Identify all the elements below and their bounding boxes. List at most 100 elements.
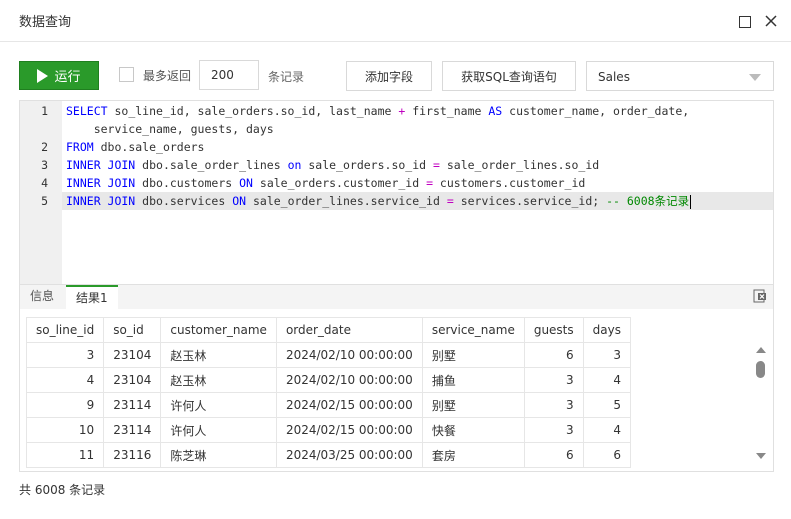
- code-token: first_name: [405, 104, 489, 118]
- code-token: =: [433, 158, 440, 172]
- table-cell: 23116: [103, 442, 162, 468]
- column-header[interactable]: days: [582, 317, 631, 343]
- limit-input[interactable]: [199, 60, 259, 90]
- code-line[interactable]: 4 INNER JOIN dbo.customers ON sale_orders…: [41, 174, 773, 192]
- table-cell: 3: [523, 367, 584, 393]
- window-title: 数据查询: [19, 15, 72, 30]
- code-token: =: [446, 194, 454, 208]
- column-header[interactable]: order_date: [275, 317, 423, 343]
- table-cell: 赵玉林: [160, 342, 277, 368]
- line-number: 5: [41, 194, 48, 208]
- table-cell: 别墅: [421, 392, 525, 418]
- table-cell: 捕鱼: [421, 367, 525, 393]
- add-field-button[interactable]: 添加字段: [346, 61, 432, 91]
- line-number: 2: [41, 140, 48, 154]
- code-line[interactable]: 1 SELECT so_line_id, sale_orders.so_id, l…: [41, 102, 773, 120]
- table-cell: 3: [523, 392, 584, 418]
- database-select[interactable]: Sales: [586, 61, 774, 91]
- table-cell: 4: [582, 367, 631, 393]
- code-token: dbo.sale_orders: [93, 140, 205, 154]
- code-token: services.service_id;: [453, 194, 607, 208]
- scroll-down-icon[interactable]: [756, 453, 766, 459]
- table-cell: 4: [25, 367, 105, 393]
- code-token: FROM: [66, 140, 94, 154]
- code-token: SELECT: [66, 104, 108, 118]
- column-header[interactable]: so_id: [103, 317, 162, 343]
- header-row: so_line_id so_id customer_name order_date se…: [25, 317, 631, 343]
- tab-result-1[interactable]: 结果1: [66, 285, 118, 310]
- code-text: service_name, guests, days: [66, 120, 274, 138]
- record-count-status: 共 6008 条记录: [19, 483, 106, 497]
- table-cell: 3: [523, 417, 584, 443]
- code-token: ON: [232, 194, 247, 208]
- code-line[interactable]: 3 INNER JOIN dbo.sale_order_lines on sale…: [41, 156, 773, 174]
- table-cell: 23104: [103, 367, 162, 393]
- chevron-down-icon: [749, 74, 761, 81]
- column-header[interactable]: service_name: [421, 317, 525, 343]
- code-token: sale_order_lines.so_id: [439, 158, 600, 172]
- scroll-thumb[interactable]: [756, 361, 765, 378]
- table-cell: 11: [25, 442, 105, 468]
- column-header[interactable]: customer_name: [160, 317, 277, 343]
- code-token: customers.customer_id: [433, 176, 586, 190]
- vertical-scrollbar[interactable]: [755, 345, 767, 465]
- max-return-checkbox[interactable]: [119, 67, 134, 82]
- code-area[interactable]: 1 SELECT so_line_id, sale_orders.so_id, l…: [41, 101, 773, 284]
- code-text: INNER JOIN dbo.sale_order_lines on sale_…: [66, 156, 599, 174]
- table-cell: 陈芝琳: [160, 442, 277, 468]
- code-token: dbo.sale_order_lines: [135, 158, 288, 172]
- table-cell: 2024/02/10 00:00:00: [275, 342, 423, 368]
- table-row[interactable]: 11 23116 陈芝琳 2024/03/25 00:00:00 套房 6 6: [25, 442, 631, 468]
- title-bar: 数据查询: [0, 0, 791, 42]
- column-header[interactable]: so_line_id: [25, 317, 105, 343]
- limit-suffix: 条记录: [268, 70, 305, 84]
- code-text: FROM dbo.sale_orders: [66, 138, 204, 156]
- code-token: so_line_id, sale_orders.so_id, last_name: [107, 104, 399, 118]
- code-line[interactable]: 2 FROM dbo.sale_orders: [41, 138, 773, 156]
- table-cell: 6: [523, 342, 584, 368]
- table-row[interactable]: 9 23114 许何人 2024/02/15 00:00:00 别墅 3 5: [25, 392, 631, 418]
- scroll-up-icon[interactable]: [756, 347, 766, 353]
- code-token: =: [426, 176, 433, 190]
- code-line[interactable]: 5 INNER JOIN dbo.services ON sale_order_l…: [41, 192, 773, 210]
- code-token: sale_orders.customer_id: [252, 176, 427, 190]
- table-row[interactable]: 4 23104 赵玉林 2024/02/10 00:00:00 捕鱼 3 4: [25, 367, 631, 393]
- database-value: Sales: [598, 70, 630, 84]
- get-sql-button[interactable]: 获取SQL查询语句: [442, 61, 576, 91]
- table-row[interactable]: 3 23104 赵玉林 2024/02/10 00:00:00 别墅 6 3: [25, 342, 631, 368]
- table-cell: 5: [582, 392, 631, 418]
- table-row[interactable]: 10 23114 许何人 2024/02/15 00:00:00 快餐 3 4: [25, 417, 631, 443]
- code-token: -- 6008条记录: [606, 194, 690, 208]
- table-cell: 23114: [103, 417, 162, 443]
- max-return-label: 最多返回: [143, 69, 192, 83]
- table-cell: 3: [582, 342, 631, 368]
- code-line[interactable]: service_name, guests, days: [62, 120, 773, 138]
- table-cell: 2024/02/10 00:00:00: [275, 367, 423, 393]
- text-cursor: [690, 194, 692, 209]
- code-token: ON: [239, 176, 253, 190]
- code-token: INNER JOIN: [66, 158, 136, 172]
- export-excel-icon[interactable]: [753, 289, 767, 303]
- toolbar: 运行 最多返回 条记录 添加字段 获取SQL查询语句 Sales: [0, 58, 791, 92]
- maximize-icon[interactable]: [739, 16, 751, 28]
- sql-editor[interactable]: 1 SELECT so_line_id, sale_orders.so_id, l…: [19, 100, 774, 285]
- line-number: 1: [41, 104, 48, 118]
- results-grid: so_line_id so_id customer_name order_date se…: [19, 309, 774, 472]
- close-icon[interactable]: [764, 14, 778, 28]
- table-cell: 2024/03/25 00:00:00: [275, 442, 423, 468]
- table-cell: 别墅: [421, 342, 525, 368]
- result-tabs: 信息 结果1: [19, 285, 774, 310]
- run-button[interactable]: 运行: [19, 61, 99, 90]
- code-text: INNER JOIN dbo.customers ON sale_orders.…: [66, 174, 585, 192]
- tab-info[interactable]: 信息: [20, 285, 64, 309]
- table-cell: 4: [582, 417, 631, 443]
- code-token: INNER JOIN: [66, 176, 136, 190]
- column-header[interactable]: guests: [523, 317, 584, 343]
- table-cell: 9: [25, 392, 105, 418]
- table-cell: 6: [523, 442, 584, 468]
- table-cell: 套房: [421, 442, 525, 468]
- code-token: dbo.customers: [135, 176, 240, 190]
- table-cell: 10: [25, 417, 105, 443]
- line-number: 3: [41, 158, 48, 172]
- table-cell: 6: [582, 442, 631, 468]
